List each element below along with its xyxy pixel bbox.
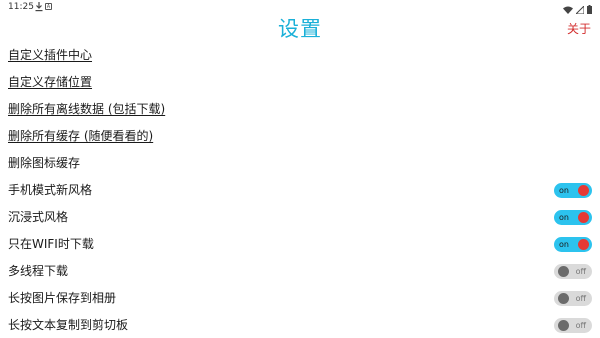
settings-row-label: 沉浸式风格 xyxy=(8,210,69,224)
settings-row: 多线程下载 off xyxy=(0,258,600,285)
settings-row: 沉浸式风格 on xyxy=(0,204,600,231)
toggle-switch[interactable]: on xyxy=(554,183,592,198)
toggle-knob xyxy=(578,212,589,223)
settings-screen: 11:25 A 设置 关于 自定义插件中心 自定义存储位置 删除所有离线数据 (… xyxy=(0,0,600,338)
settings-row: 长按文本复制到剪切板 off xyxy=(0,312,600,338)
status-right-icons xyxy=(563,3,592,14)
toggle-switch[interactable]: on xyxy=(554,237,592,252)
toggle-switch[interactable]: on xyxy=(554,210,592,225)
page-title: 设置 xyxy=(278,17,322,41)
settings-row-label: 多线程下载 xyxy=(8,264,69,278)
settings-row-label[interactable]: 自定义存储位置 xyxy=(8,74,92,90)
toggle-state-text: off xyxy=(575,267,586,276)
toggle-state-text: on xyxy=(559,240,569,249)
settings-row: 只在WIFI时下载 on xyxy=(0,231,600,258)
settings-row[interactable]: 自定义插件中心 xyxy=(0,42,600,69)
toggle-knob xyxy=(558,320,569,331)
toggle-switch[interactable]: off xyxy=(554,318,592,333)
settings-row-label[interactable]: 删除所有缓存 (随便看看的) xyxy=(8,128,153,144)
toggle-switch[interactable]: off xyxy=(554,291,592,306)
toggle-knob xyxy=(578,185,589,196)
status-time: 11:25 xyxy=(8,2,34,12)
toggle-switch[interactable]: off xyxy=(554,264,592,279)
settings-row: 手机模式新风格 on xyxy=(0,177,600,204)
settings-row-label: 长按文本复制到剪切板 xyxy=(8,318,129,332)
settings-list: 自定义插件中心 自定义存储位置删除所有离线数据 (包括下载) 删除所有缓存 (随便看… xyxy=(0,42,600,338)
toggle-knob xyxy=(558,293,569,304)
notification-a-icon: A xyxy=(45,3,52,10)
settings-row-label[interactable]: 自定义插件中心 xyxy=(8,47,92,63)
toggle-state-text: off xyxy=(575,321,586,330)
toggle-knob xyxy=(558,266,569,277)
toggle-state-text: on xyxy=(559,213,569,222)
settings-row[interactable]: 自定义存储位置 xyxy=(0,69,600,96)
about-button[interactable]: 关于 xyxy=(567,20,591,38)
settings-row[interactable]: 删除所有缓存 (随便看看的) xyxy=(0,123,600,150)
header: 设置 关于 xyxy=(0,14,600,44)
settings-row-label: 长按图片保存到相册 xyxy=(8,291,117,305)
settings-row-label[interactable]: 删除所有离线数据 (包括下载) xyxy=(8,101,165,117)
toggle-knob xyxy=(578,239,589,250)
settings-row-label: 只在WIFI时下载 xyxy=(8,237,94,251)
settings-row: 长按图片保存到相册 off xyxy=(0,285,600,312)
settings-row[interactable]: 删除图标缓存 xyxy=(0,150,600,177)
settings-row-label[interactable]: 删除图标缓存 xyxy=(8,155,80,171)
toggle-state-text: off xyxy=(575,294,586,303)
toggle-state-text: on xyxy=(559,186,569,195)
settings-row[interactable]: 删除所有离线数据 (包括下载) xyxy=(0,96,600,123)
settings-row-label: 手机模式新风格 xyxy=(8,183,93,197)
